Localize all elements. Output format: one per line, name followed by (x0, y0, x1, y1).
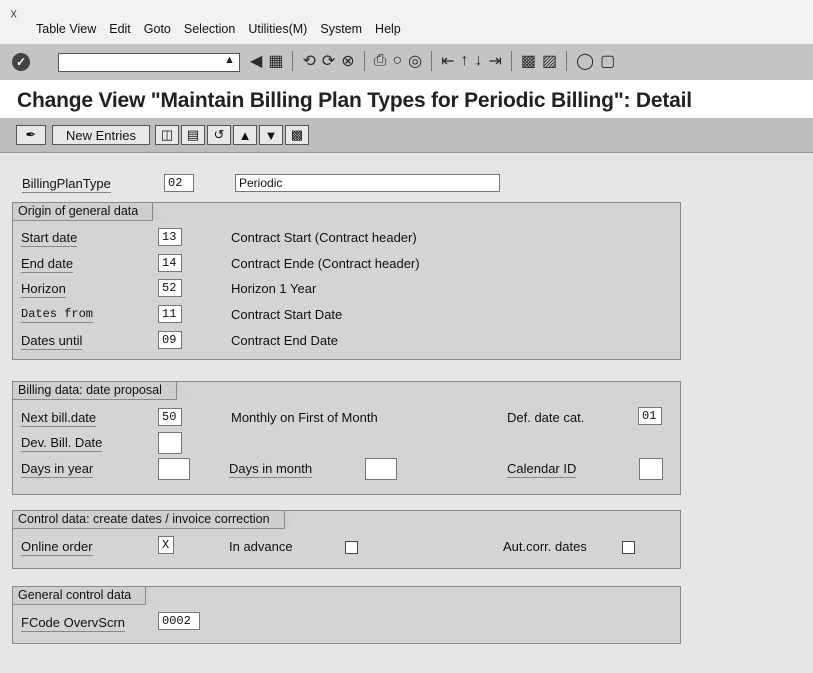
system-toolbar: ✓ ▲ ◀ ▦ ⟲ ⟳ ⊗ ⎙ ○ ◎ ⇤ ↑ ↓ ⇥ ▩ ▨ ◯ ▢ (0, 45, 813, 81)
end-date-label: End date (21, 256, 74, 273)
menu-bar: ☓ Table View Edit Goto Selection Utiliti… (0, 0, 813, 45)
next-bill-date-desc: Monthly on First of Month (231, 410, 378, 425)
def-date-cat-label: Def. date cat. (507, 410, 585, 425)
layout-icon[interactable]: ▢ (600, 51, 615, 71)
horizon-field[interactable]: 52 (158, 279, 182, 297)
menu-utilities[interactable]: Utilities(M) (248, 22, 307, 36)
end-date-desc: Contract Ende (Contract header) (231, 256, 420, 271)
dates-from-label: Dates from (21, 307, 94, 323)
prev-page-icon[interactable]: ↑ (461, 52, 469, 70)
menu-help[interactable]: Help (375, 22, 401, 36)
start-date-desc: Contract Start (Contract header) (231, 230, 417, 245)
start-date-field[interactable]: 13 (158, 228, 182, 246)
def-date-cat-field[interactable]: 01 (638, 407, 662, 425)
billing-plan-type-field[interactable]: 02 (164, 174, 194, 192)
control-group-title: Control data: create dates / invoice cor… (13, 511, 293, 529)
horizon-desc: Horizon 1 Year (231, 281, 317, 296)
toolbar-separator (566, 51, 568, 71)
general-group: General control data FCode OvervScrn 000… (12, 586, 681, 644)
dev-bill-date-field[interactable] (158, 432, 182, 454)
find-icon[interactable]: ○ (392, 52, 402, 70)
in-advance-label: In advance (229, 539, 293, 554)
next-page-icon[interactable]: ↓ (475, 52, 483, 70)
menu-selection[interactable]: Selection (184, 22, 235, 36)
select-all-icon[interactable]: ▩ (285, 125, 309, 145)
previous-entry-icon[interactable]: ▲ (233, 125, 257, 145)
origin-group-title: Origin of general data (13, 203, 162, 221)
display-change-icon[interactable]: ✒ (16, 125, 46, 145)
billing-group-title: Billing data: date proposal (13, 382, 185, 400)
billing-plan-type-label: BillingPlanType (22, 176, 111, 193)
title-bar: Change View "Maintain Billing Plan Types… (0, 80, 813, 118)
in-advance-checkbox[interactable] (345, 541, 358, 554)
fcode-overview-label: FCode OvervScrn (21, 615, 126, 632)
first-page-icon[interactable]: ⇤ (441, 51, 454, 71)
next-bill-date-field[interactable]: 50 (158, 408, 182, 426)
last-page-icon[interactable]: ⇥ (489, 51, 502, 71)
command-field[interactable] (58, 53, 240, 72)
toolbar-icons: ◀ ▦ ⟲ ⟳ ⊗ ⎙ ○ ◎ ⇤ ↑ ↓ ⇥ ▩ ▨ ◯ ▢ (250, 51, 615, 71)
fcode-overview-field[interactable]: 0002 (158, 612, 200, 630)
online-order-label: Online order (21, 539, 93, 556)
print-icon[interactable]: ⎙ (374, 52, 387, 70)
days-in-year-field[interactable] (158, 458, 190, 480)
application-toolbar: ✒ New Entries ◫ ▤ ↺ ▲ ▼ ▩ (0, 118, 813, 153)
copy-as-icon[interactable]: ◫ (155, 125, 179, 145)
next-bill-date-label: Next bill.date (21, 410, 97, 427)
dates-until-field[interactable]: 09 (158, 331, 182, 349)
online-order-field[interactable]: X (158, 536, 174, 554)
control-group: Control data: create dates / invoice cor… (12, 510, 681, 569)
save-icon[interactable]: ▦ (268, 51, 283, 71)
dates-until-label: Dates until (21, 333, 83, 350)
menu-system-icon[interactable]: ☓ (10, 6, 17, 23)
toolbar-separator (510, 51, 512, 71)
cancel-icon[interactable]: ⊗ (341, 51, 354, 71)
exit-icon[interactable]: ⟳ (322, 51, 335, 71)
check-icon[interactable]: ✓ (12, 53, 30, 71)
toolbar-separator (363, 51, 365, 71)
menu-goto[interactable]: Goto (144, 22, 171, 36)
calendar-id-label: Calendar ID (507, 461, 577, 478)
dates-from-field[interactable]: 11 (158, 305, 182, 323)
menu-items: Table View Edit Goto Selection Utilities… (36, 22, 401, 36)
shortcut-icon[interactable]: ▨ (542, 51, 557, 71)
page-title: Change View "Maintain Billing Plan Types… (17, 89, 692, 112)
new-entries-button[interactable]: New Entries (52, 125, 150, 145)
menu-table-view[interactable]: Table View (36, 22, 96, 36)
dev-bill-date-label: Dev. Bill. Date (21, 435, 103, 452)
aut-corr-dates-checkbox[interactable] (622, 541, 635, 554)
help-icon[interactable]: ◯ (576, 51, 594, 71)
enter-icon[interactable]: ▲ (224, 54, 235, 66)
new-session-icon[interactable]: ▩ (521, 51, 536, 71)
general-group-title: General control data (13, 587, 155, 605)
days-in-year-label: Days in year (21, 461, 94, 478)
find-next-icon[interactable]: ◎ (408, 51, 422, 71)
back-icon[interactable]: ◀ (250, 51, 262, 71)
dates-until-desc: Contract End Date (231, 333, 338, 348)
billing-plan-type-desc: Periodic (235, 174, 500, 192)
back-nav-icon[interactable]: ⟲ (302, 51, 315, 71)
days-in-month-field[interactable] (365, 458, 397, 480)
undo-change-icon[interactable]: ↺ (207, 125, 231, 145)
end-date-field[interactable]: 14 (158, 254, 182, 272)
content-area: BillingPlanType 02 Periodic Origin of ge… (0, 153, 813, 673)
calendar-id-field[interactable] (639, 458, 663, 480)
menu-edit[interactable]: Edit (109, 22, 131, 36)
aut-corr-dates-label: Aut.corr. dates (503, 539, 587, 554)
next-entry-icon[interactable]: ▼ (259, 125, 283, 145)
dates-from-desc: Contract Start Date (231, 307, 343, 322)
toolbar-separator (431, 51, 433, 71)
menu-system[interactable]: System (320, 22, 362, 36)
days-in-month-label: Days in month (229, 461, 313, 478)
toolbar-separator (292, 51, 294, 71)
origin-group: Origin of general data Start date 13 Con… (12, 202, 681, 360)
start-date-label: Start date (21, 230, 78, 247)
delete-icon[interactable]: ▤ (181, 125, 205, 145)
billing-group: Billing data: date proposal Next bill.da… (12, 381, 681, 495)
horizon-label: Horizon (21, 281, 66, 298)
